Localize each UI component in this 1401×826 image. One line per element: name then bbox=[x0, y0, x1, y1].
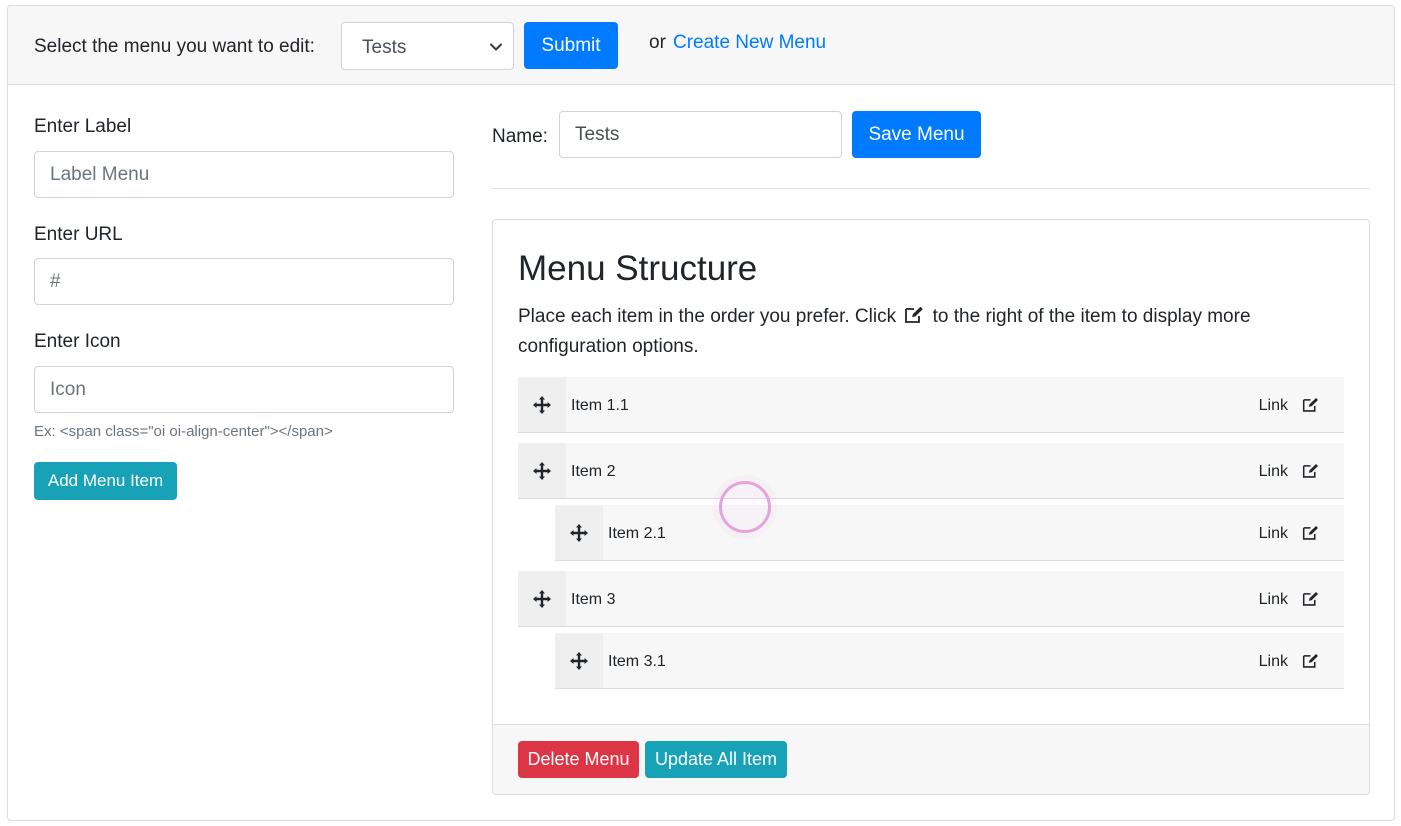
menu-item[interactable]: Item 1.1 Link bbox=[518, 377, 1344, 433]
move-arrows-icon bbox=[570, 652, 588, 670]
icon-hint: Ex: <span class="oi oi-align-center"></s… bbox=[34, 423, 333, 440]
menu-item[interactable]: Item 3 Link bbox=[518, 571, 1344, 627]
card-header: Select the menu you want to edit: Tests … bbox=[8, 6, 1394, 85]
move-arrows-icon bbox=[570, 524, 588, 542]
move-arrows-icon bbox=[533, 590, 551, 608]
drag-handle[interactable] bbox=[555, 505, 603, 560]
edit-square-icon[interactable] bbox=[1302, 591, 1319, 607]
label-input[interactable] bbox=[34, 151, 454, 198]
drag-handle[interactable] bbox=[518, 443, 566, 498]
menu-item[interactable]: Item 3.1 Link bbox=[555, 633, 1344, 689]
panel-footer: Delete Menu Update All Item bbox=[493, 724, 1369, 794]
menu-item[interactable]: Item 2.1 Link bbox=[555, 505, 1344, 561]
edit-square-icon[interactable] bbox=[1302, 525, 1319, 541]
delete-menu-button[interactable]: Delete Menu bbox=[518, 741, 639, 778]
menu-structure-panel: Menu Structure Place each item in the or… bbox=[492, 219, 1370, 795]
enter-icon-heading: Enter Icon bbox=[34, 331, 121, 352]
menu-select[interactable]: Tests bbox=[341, 22, 514, 70]
edit-square-icon[interactable] bbox=[1302, 397, 1319, 413]
item-label: Item 2.1 bbox=[608, 525, 666, 542]
menu-builder-card: Select the menu you want to edit: Tests … bbox=[7, 5, 1395, 821]
edit-square-icon[interactable] bbox=[1302, 653, 1319, 669]
create-new-menu-link[interactable]: Create New Menu bbox=[673, 32, 826, 54]
cursor-indicator bbox=[719, 481, 771, 533]
save-menu-button[interactable]: Save Menu bbox=[852, 111, 981, 158]
menu-name-input[interactable] bbox=[559, 111, 842, 158]
enter-url-heading: Enter URL bbox=[34, 224, 123, 245]
item-type: Link bbox=[1258, 463, 1288, 480]
edit-square-icon bbox=[905, 306, 924, 323]
item-type: Link bbox=[1258, 525, 1288, 542]
select-menu-label: Select the menu you want to edit: bbox=[34, 36, 315, 57]
enter-label-heading: Enter Label bbox=[34, 116, 132, 137]
menu-structure-description: Place each item in the order you prefer.… bbox=[518, 302, 1318, 362]
drag-handle[interactable] bbox=[518, 571, 566, 626]
icon-input[interactable] bbox=[34, 366, 454, 413]
move-arrows-icon bbox=[533, 462, 551, 480]
item-type: Link bbox=[1258, 591, 1288, 608]
drag-handle[interactable] bbox=[518, 377, 566, 432]
menu-structure-title: Menu Structure bbox=[518, 249, 758, 288]
move-arrows-icon bbox=[533, 396, 551, 414]
description-text-start: Place each item in the order you prefer.… bbox=[518, 306, 897, 327]
add-menu-item-button[interactable]: Add Menu Item bbox=[34, 462, 177, 500]
item-label: Item 3 bbox=[571, 591, 616, 608]
item-label: Item 1.1 bbox=[571, 397, 629, 414]
menu-name-label: Name: bbox=[492, 126, 548, 147]
divider bbox=[492, 188, 1370, 189]
item-label: Item 3.1 bbox=[608, 653, 666, 670]
item-type: Link bbox=[1258, 397, 1288, 414]
edit-square-icon[interactable] bbox=[1302, 463, 1319, 479]
menu-item[interactable]: Item 2 Link bbox=[518, 443, 1344, 499]
submit-button[interactable]: Submit bbox=[524, 22, 618, 69]
drag-handle[interactable] bbox=[555, 633, 603, 688]
item-label: Item 2 bbox=[571, 463, 616, 480]
menu-select-value: Tests bbox=[362, 37, 407, 58]
update-all-items-button[interactable]: Update All Item bbox=[645, 741, 787, 778]
or-text: or bbox=[649, 32, 666, 53]
url-input[interactable] bbox=[34, 258, 454, 305]
item-type: Link bbox=[1258, 653, 1288, 670]
chevron-down-icon bbox=[490, 43, 502, 51]
